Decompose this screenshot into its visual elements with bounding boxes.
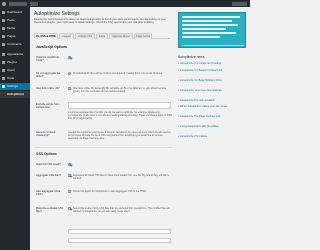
sidebar-subitem-label: Autoptimize — [7, 91, 25, 96]
minify-excluded-css-label: Minimize excluded CSS files? — [36, 207, 64, 214]
sidebar-item-settings[interactable]: Settings — [0, 83, 30, 90]
exclude-js-textarea[interactable] — [68, 102, 171, 109]
aggregate-css-label: Aggregate CSS-files? — [36, 174, 61, 177]
inline-css-description: Check this option for Autoptimize to als… — [73, 190, 147, 193]
plugin-icon — [2, 61, 5, 64]
aggregate-js-label: Do not aggregate but defer? — [36, 72, 61, 79]
exclude-js-label: Exclude scripts from Autoptimize: — [36, 103, 60, 110]
css-extra-input[interactable] — [68, 229, 171, 234]
paintbrush-icon — [2, 53, 5, 56]
promo-banner[interactable] — [178, 12, 246, 48]
sidebar-item-label: Dashboard — [7, 9, 22, 14]
tab-page-cache[interactable]: Page Cache — [134, 32, 152, 39]
js-section-title: JavaScript Options — [36, 45, 67, 49]
inline-js-description: Also defer inline JS. Generally this wil… — [73, 87, 167, 94]
tab-optimize-more[interactable]: Optimize More! — [109, 32, 133, 39]
sidebar-item-label: Users — [7, 67, 15, 72]
news-title: Autoptimize news — [178, 55, 205, 59]
wrench-icon — [2, 77, 5, 80]
promo-divider — [182, 45, 244, 46]
pin-icon — [2, 19, 5, 22]
remove-js-description: Autoptimize combines your theme & plugin… — [68, 131, 171, 141]
inline-css-label: Also aggregate inline CSS? — [36, 190, 61, 197]
news-link[interactable]: Autoptimize 3.0 Beta Optimize More — [178, 79, 246, 83]
sidebar-item-comments[interactable]: Comments — [0, 41, 30, 48]
optimize-js-label: Optimize JavaScript Code? — [36, 56, 60, 63]
admin-sidebar: Dashboard Posts Media Pages Comments App… — [0, 7, 30, 250]
site-name-link[interactable] — [9, 1, 27, 6]
page-title: Autoptimize Settings — [34, 11, 80, 17]
sidebar-item-appearance[interactable]: Appearance — [0, 51, 30, 58]
css-exclude-input[interactable] — [68, 238, 171, 243]
comment-icon — [2, 43, 5, 46]
inline-css-checkbox[interactable] — [68, 190, 71, 193]
sidebar-item-label: Media — [7, 25, 16, 30]
user-icon — [2, 69, 5, 72]
exclude-js-description: A comma-separated list of scripts you do… — [68, 111, 172, 121]
sidebar-item-pages[interactable]: Pages — [0, 33, 30, 40]
news-link[interactable]: Autoptimize: new year, new features — [178, 89, 246, 93]
news-link[interactable]: Autoptimize 2.9 release — [178, 135, 246, 139]
news-link[interactable]: Using Autoptimize with Cloudflare — [178, 125, 246, 129]
page-icon — [2, 35, 5, 38]
sidebar-item-plugins[interactable]: Plugins — [0, 59, 30, 66]
inline-js-checkbox[interactable] — [68, 87, 71, 90]
aggregate-css-checkbox[interactable] — [68, 174, 71, 177]
sidebar-item-label: Comments — [7, 41, 22, 46]
optimize-css-label: Optimize CSS Code? — [36, 163, 61, 166]
dashboard-icon — [2, 11, 5, 14]
news-link[interactable]: Autoptimize Pro now available — [178, 99, 246, 103]
news-link[interactable]: Autoptimize 3.1 Beta for Critical CSS — [178, 69, 246, 73]
admin-bar — [0, 0, 250, 7]
news-link[interactable]: Autoptimize 3.1: Image lazy loading — [178, 62, 246, 66]
media-icon — [2, 27, 5, 30]
aggregate-css-description: Aggregate all linked CSS-files to have t… — [73, 174, 170, 181]
css-section-title: CSS Options — [36, 152, 57, 156]
optimize-js-checkbox[interactable] — [68, 56, 71, 59]
aggregate-js-radio[interactable] — [68, 72, 71, 75]
section-divider — [34, 147, 172, 148]
sidebar-subitem-autoptimize[interactable]: Autoptimize — [0, 91, 30, 98]
wordpress-logo-icon[interactable] — [2, 1, 6, 6]
sidebar-item-dashboard[interactable]: Dashboard — [0, 9, 30, 16]
news-link[interactable]: Autoptimize Pro Page Caching info — [178, 115, 246, 119]
sidebar-item-users[interactable]: Users — [0, 67, 30, 74]
sidebar-item-label: Tools — [7, 75, 15, 80]
sidebar-item-label: Settings — [7, 83, 18, 88]
sidebar-item-media[interactable]: Media — [0, 25, 30, 32]
news-link[interactable]: When Autoptimize makes your site worse — [178, 105, 246, 109]
settings-tabs: JS, CSS & HTML Images Critical CSS Extra… — [34, 31, 170, 39]
tab-images[interactable]: Images — [59, 32, 74, 39]
optimize-css-checkbox[interactable] — [68, 163, 71, 166]
sidebar-item-label: Plugins — [7, 59, 17, 64]
new-content-link[interactable] — [30, 1, 38, 6]
sidebar-item-label: Pages — [7, 33, 16, 38]
minify-excluded-css-description: Select this to also minify CSS files tha… — [73, 207, 170, 214]
inline-js-label: Also defer inline JS? — [36, 87, 60, 90]
remove-js-label: Remove Unused JavaScript? — [36, 131, 56, 138]
sidebar-item-label: Appearance — [7, 51, 24, 56]
minify-excluded-css-checkbox[interactable] — [68, 207, 71, 210]
tab-js-css-html[interactable]: JS, CSS & HTML — [34, 32, 58, 39]
promo-text-block — [182, 16, 242, 40]
sidebar-item-label: Posts — [7, 17, 15, 22]
settings-icon — [2, 85, 5, 88]
user-account-link[interactable] — [232, 1, 247, 6]
tab-critical-css[interactable]: Critical CSS — [75, 32, 95, 39]
tab-extra[interactable]: Extra — [96, 32, 108, 39]
sidebar-item-tools[interactable]: Tools — [0, 75, 30, 82]
intro-notice: Despite the name Autoptimize does not ne… — [34, 18, 166, 25]
aggregate-js-description: All individual JS files will be minified… — [73, 72, 163, 75]
sidebar-item-posts[interactable]: Posts — [0, 17, 30, 24]
